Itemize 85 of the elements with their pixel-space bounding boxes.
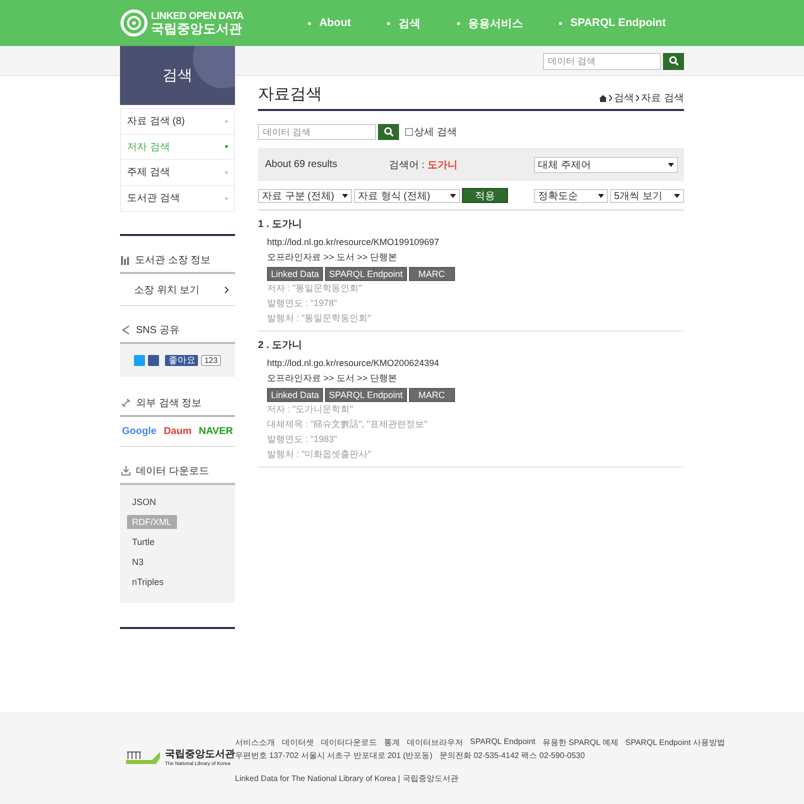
- resource-uri[interactable]: http://lod.nl.go.kr/resource/KMO199109697: [267, 235, 684, 250]
- data-format-button[interactable]: MARC: [408, 388, 455, 402]
- search-engine-logo[interactable]: Google: [122, 426, 156, 437]
- search-icon: [384, 127, 394, 137]
- metadata-field: 대체제목 : "篩슈文뽥話", "표제관련정보": [267, 417, 684, 432]
- footer-link[interactable]: SPARQL Endpoint: [470, 736, 536, 748]
- footer-contact: 문의전화 02-535-4142 팩스 02-590-0530: [439, 750, 585, 760]
- logo-text: 국립중앙도서관: [151, 22, 243, 34]
- chevron-right-icon: [224, 286, 229, 294]
- section-title: 외부 검색 정보: [136, 397, 202, 410]
- data-format-button[interactable]: Linked Data: [267, 388, 324, 402]
- result-title[interactable]: 2 . 도가니: [258, 338, 684, 352]
- data-format-button[interactable]: SPARQL Endpoint: [325, 267, 407, 281]
- like-count: 123: [201, 355, 221, 366]
- category-path: 오프라인자료 >> 도서 >> 단행본: [267, 372, 398, 385]
- footer-link[interactable]: 데이터셋: [282, 736, 314, 748]
- search-query: 검색어 : 도가니: [389, 158, 458, 172]
- download-icon: [121, 466, 131, 476]
- page-size-select[interactable]: 5개씩 보기: [610, 188, 684, 202]
- like-button[interactable]: 좋아요: [165, 355, 198, 366]
- footer-link[interactable]: 유용한 SPARQL 예제: [542, 736, 618, 748]
- format-link[interactable]: N3: [127, 555, 149, 569]
- sidebar-link[interactable]: 소장 위치 보기: [120, 274, 235, 306]
- dropdown-caret-icon: [674, 194, 680, 198]
- search-field[interactable]: 데이터 검색: [258, 124, 376, 140]
- link-icon: [121, 398, 131, 408]
- dropdown-caret-icon: [342, 194, 348, 198]
- footer-link[interactable]: 서비스소개: [235, 736, 275, 748]
- footer-link[interactable]: SPARQL Endpoint 사용방법: [625, 736, 725, 748]
- resource-uri[interactable]: http://lod.nl.go.kr/resource/KMO200624394: [267, 356, 684, 371]
- search-icon: [668, 56, 678, 66]
- search-button[interactable]: [378, 124, 399, 140]
- footer-logo-text: 국립중앙도서관: [165, 750, 235, 760]
- search-engine-logo[interactable]: Daum: [164, 426, 192, 437]
- chevron-right-icon: [636, 95, 640, 101]
- sidebar-item[interactable]: 자료 검색 (8): [121, 109, 234, 134]
- data-format-button[interactable]: Linked Data: [267, 267, 324, 281]
- footer-address: 우편번호 137-702 서울시 서초구 반포대로 201 (반포동): [235, 750, 432, 760]
- share-icon: [121, 325, 131, 335]
- format-link[interactable]: nTriples: [127, 575, 169, 589]
- sort-select[interactable]: 정확도순: [534, 188, 608, 202]
- home-icon: [599, 94, 608, 102]
- dropdown-caret-icon: [598, 194, 604, 198]
- sidebar-title: 검색: [120, 46, 235, 105]
- search-button[interactable]: [663, 52, 684, 70]
- sidebar-item[interactable]: 도서관 검색: [121, 186, 234, 211]
- format-link[interactable]: Turtle: [127, 535, 160, 549]
- footer-link[interactable]: 데이터다운로드: [321, 736, 377, 748]
- search-field[interactable]: 데이터 검색: [543, 52, 661, 70]
- library-logo-icon: [126, 750, 162, 766]
- format-link[interactable]: JSON: [127, 495, 162, 509]
- section-title: 데이터 다운로드: [136, 465, 209, 478]
- result-count: About 69 results: [265, 159, 338, 170]
- metadata-field: 발행처 : "미화옵셋출판사": [267, 447, 684, 462]
- metadata-field: 발행연도 : "1978": [267, 296, 684, 311]
- footer-link[interactable]: 데이터브라우저: [407, 736, 463, 748]
- data-format-button[interactable]: SPARQL Endpoint: [325, 388, 407, 402]
- type-select[interactable]: 자료 구분 (전체): [258, 188, 352, 202]
- result-title[interactable]: 1 . 도가니: [258, 217, 684, 231]
- footer-link[interactable]: 통계: [384, 736, 400, 748]
- metadata-field: 저자 : "도가니문학회": [267, 402, 684, 417]
- logo-icon: [120, 9, 148, 37]
- dropdown-caret-icon: [450, 194, 456, 198]
- chevron-right-icon: [609, 95, 612, 101]
- format-select[interactable]: 자료 형식 (전체): [354, 188, 460, 202]
- data-format-button[interactable]: MARC: [408, 267, 455, 281]
- page-title: 자료검색: [258, 85, 322, 105]
- apply-button[interactable]: 적용: [462, 188, 508, 203]
- category-path: 오프라인자료 >> 도서 >> 단행본: [267, 251, 398, 264]
- breadcrumb-item[interactable]: 자료 검색: [641, 91, 684, 105]
- metadata-field: 저자 : "통일문학동인회": [267, 281, 684, 296]
- sidebar-item[interactable]: 주제 검색: [121, 160, 234, 186]
- metadata-field: 발행연도 : "1983": [267, 432, 684, 447]
- subject-select[interactable]: 대체 주제어: [534, 156, 678, 172]
- breadcrumb-item[interactable]: 검색: [614, 91, 634, 105]
- section-title: 도서관 소장 정보: [135, 254, 211, 267]
- bar-chart-icon: [121, 256, 130, 264]
- logo-text: LINKED OPEN DATA: [151, 12, 244, 22]
- detail-search-checkbox[interactable]: 상세 검색: [405, 125, 457, 139]
- facebook-icon[interactable]: [148, 355, 160, 366]
- footer-copyright: Linked Data for The National Library of Korea | 국립중앙도서관: [235, 772, 460, 784]
- twitter-icon[interactable]: [134, 355, 146, 366]
- dropdown-caret-icon: [668, 162, 674, 166]
- section-title: SNS 공유: [136, 324, 180, 337]
- metadata-field: 발행처 : "통일문학동인회": [267, 311, 684, 326]
